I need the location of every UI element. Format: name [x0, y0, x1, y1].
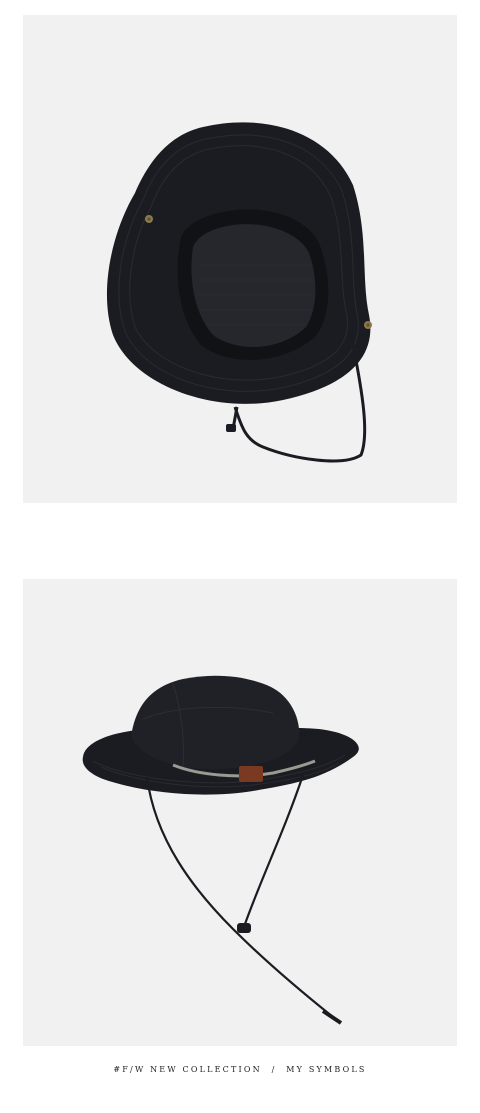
caption-collection: #F/W NEW COLLECTION — [113, 1065, 262, 1074]
caption-brand: MY SYMBOLS — [286, 1065, 367, 1074]
caption-separator: / — [271, 1065, 277, 1074]
product-photo-underside — [23, 15, 457, 503]
product-photo-side — [23, 579, 457, 1046]
hat-side-illustration — [82, 675, 359, 1025]
collection-caption: #F/W NEW COLLECTION / MY SYMBOLS — [0, 1065, 480, 1074]
hat-underside-illustration — [106, 122, 372, 463]
